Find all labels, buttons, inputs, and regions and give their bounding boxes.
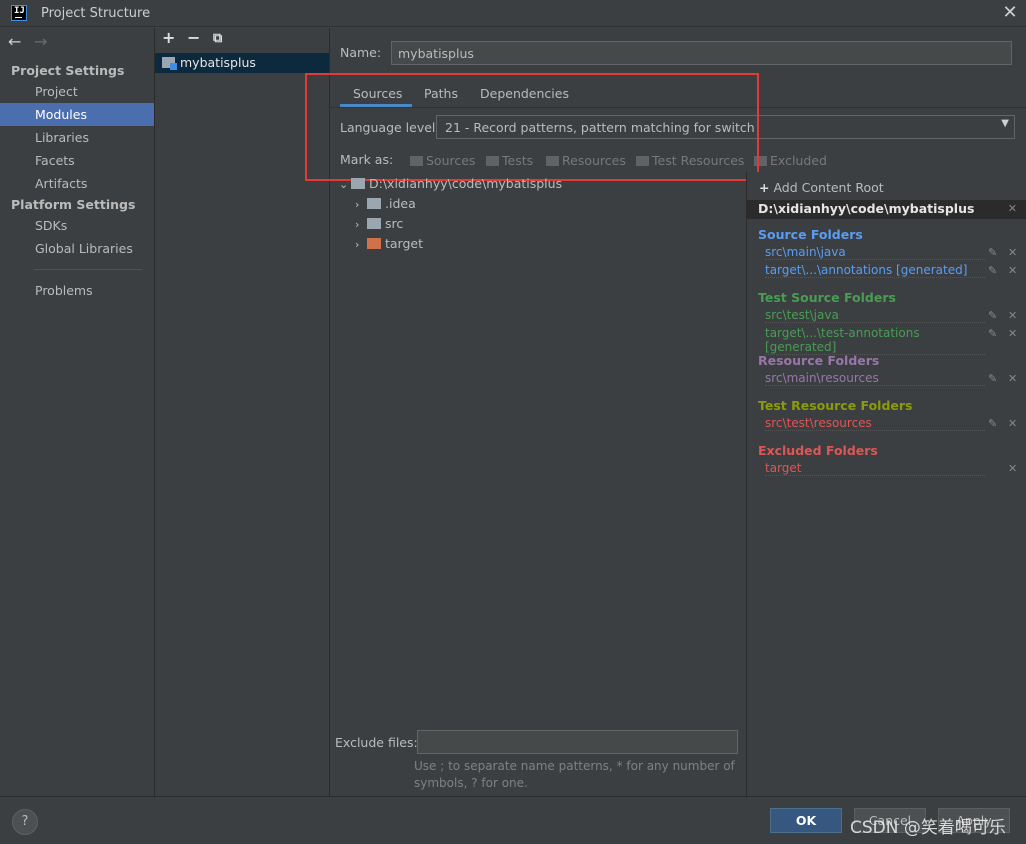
module-name-input[interactable]: mybatisplus	[391, 41, 1012, 65]
nav-item-libraries[interactable]: Libraries	[0, 126, 154, 149]
edit-icon[interactable]: ✎	[988, 327, 997, 340]
watermark: CSDN @笑着喝可乐	[850, 818, 1006, 838]
name-label: Name:	[340, 45, 382, 60]
close-window-button[interactable]: ✕	[1000, 3, 1020, 23]
resource-folder-item[interactable]: src\main\resources	[765, 371, 985, 386]
nav-item-problems[interactable]: Problems	[0, 279, 154, 302]
exclude-files-hint: Use ; to separate name patterns, * for a…	[414, 759, 735, 790]
add-module-icon[interactable]: +	[162, 28, 175, 47]
module-list-item[interactable]: mybatisplus	[155, 53, 329, 73]
test-resource-folder-item[interactable]: src\test\resources	[765, 416, 985, 431]
mark-excluded-label: Excluded	[770, 153, 827, 168]
folder-icon	[351, 178, 365, 189]
test-resource-folders-title: Test Resource Folders	[758, 398, 913, 413]
intellij-app-icon: IJ	[11, 5, 27, 21]
chevron-right-icon: ›	[355, 238, 360, 251]
remove-module-icon[interactable]: −	[187, 28, 200, 47]
folder-icon	[367, 198, 381, 209]
test-source-folders-title: Test Source Folders	[758, 290, 896, 305]
content-root-header: D:\xidianhyy\code\mybatisplus ✕	[747, 200, 1026, 219]
remove-icon[interactable]: ✕	[1008, 327, 1017, 340]
source-folder-item[interactable]: src\main\java	[765, 245, 985, 260]
settings-sidebar: ← → Project Settings Project Modules Lib…	[0, 28, 155, 796]
content-roots-panel: + Add Content Root D:\xidianhyy\code\myb…	[746, 172, 1026, 796]
nav-divider	[34, 269, 142, 270]
chevron-right-icon: ›	[355, 218, 360, 231]
remove-icon[interactable]: ✕	[1008, 309, 1017, 322]
mark-excluded-button[interactable]: Excluded	[754, 153, 827, 168]
plus-icon: +	[759, 180, 770, 195]
remove-icon[interactable]: ✕	[1008, 462, 1017, 475]
excluded-folder-item[interactable]: target	[765, 461, 985, 476]
nav-group-project-settings: Project Settings	[11, 63, 125, 78]
forward-arrow-icon[interactable]: →	[34, 32, 47, 51]
excluded-folders-title: Excluded Folders	[758, 443, 878, 458]
resource-folders-title: Resource Folders	[758, 353, 880, 368]
window-title: Project Structure	[41, 6, 151, 21]
tree-row-idea[interactable]: › .idea	[355, 196, 416, 211]
tree-item-label: target	[385, 236, 424, 251]
copy-module-icon[interactable]: ⧉	[213, 31, 222, 46]
tree-row-src[interactable]: › src	[355, 216, 403, 231]
title-bar	[0, 0, 1026, 27]
help-button[interactable]: ?	[12, 809, 38, 835]
remove-icon[interactable]: ✕	[1008, 372, 1017, 385]
exclude-files-input[interactable]	[417, 730, 738, 754]
remove-root-icon[interactable]: ✕	[1008, 202, 1017, 215]
tree-item-label: .idea	[385, 196, 416, 211]
ok-button[interactable]: OK	[770, 808, 842, 833]
add-content-root-label: Add Content Root	[773, 180, 884, 195]
nav-item-sdks[interactable]: SDKs	[0, 214, 154, 237]
tree-item-label: src	[385, 216, 404, 231]
nav-item-global-libraries[interactable]: Global Libraries	[0, 237, 154, 260]
chevron-down-icon: ▼	[1001, 118, 1009, 129]
module-folder-icon	[162, 57, 177, 70]
modules-list-panel: + − ⧉ mybatisplus	[155, 28, 330, 796]
nav-item-artifacts[interactable]: Artifacts	[0, 172, 154, 195]
source-folder-item[interactable]: target\...\annotations [generated]	[765, 263, 985, 278]
back-arrow-icon[interactable]: ←	[8, 32, 21, 51]
test-source-folder-item[interactable]: src\test\java	[765, 308, 985, 323]
remove-icon[interactable]: ✕	[1008, 417, 1017, 430]
tree-row-target[interactable]: › target	[355, 236, 423, 251]
edit-icon[interactable]: ✎	[988, 246, 997, 259]
nav-item-project[interactable]: Project	[0, 80, 154, 103]
test-source-folder-item[interactable]: target\...\test-annotations [generated]	[765, 326, 985, 355]
nav-group-platform-settings: Platform Settings	[11, 197, 136, 212]
folder-icon	[367, 218, 381, 229]
remove-icon[interactable]: ✕	[1008, 264, 1017, 277]
edit-icon[interactable]: ✎	[988, 417, 997, 430]
nav-item-facets[interactable]: Facets	[0, 149, 154, 172]
remove-icon[interactable]: ✕	[1008, 246, 1017, 259]
edit-icon[interactable]: ✎	[988, 309, 997, 322]
chevron-right-icon: ›	[355, 198, 360, 211]
content-root-path: D:\xidianhyy\code\mybatisplus	[758, 201, 975, 216]
module-name: mybatisplus	[180, 55, 256, 70]
edit-icon[interactable]: ✎	[988, 372, 997, 385]
source-folders-title: Source Folders	[758, 227, 863, 242]
highlight-box	[305, 73, 759, 181]
add-content-root-button[interactable]: + Add Content Root	[759, 180, 884, 195]
tree-root-row[interactable]: ⌄ D:\xidianhyy\code\mybatisplus	[339, 176, 562, 191]
chevron-down-icon: ⌄	[339, 178, 349, 191]
nav-item-modules[interactable]: Modules	[0, 103, 154, 126]
edit-icon[interactable]: ✎	[988, 264, 997, 277]
excluded-folder-icon	[367, 238, 381, 249]
exclude-files-label: Exclude files:	[335, 735, 418, 750]
tree-root-path: D:\xidianhyy\code\mybatisplus	[369, 176, 563, 191]
